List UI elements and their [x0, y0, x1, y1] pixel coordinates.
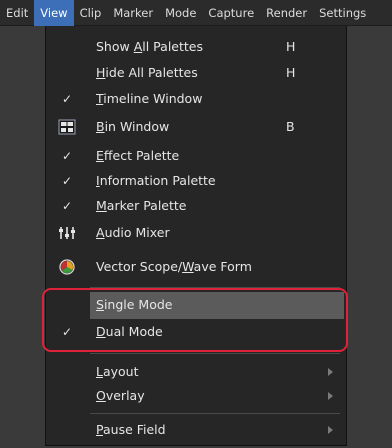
- menu-bar: Edit View Clip Marker Mode Capture Rende…: [0, 0, 392, 26]
- grid-icon: [58, 119, 76, 135]
- vector-scope-icon: [58, 259, 76, 275]
- menu-separator: [90, 413, 340, 414]
- submenu-arrow-icon: [328, 426, 333, 434]
- submenu-arrow-icon: [328, 368, 333, 376]
- submenu-arrow-icon: [328, 392, 333, 400]
- menu-clip[interactable]: Clip: [74, 0, 108, 26]
- menu-item-marker-palette[interactable]: ✓ Marker Palette: [46, 193, 346, 219]
- checkmark-icon: ✓: [62, 199, 73, 213]
- menu-settings[interactable]: Settings: [313, 0, 372, 26]
- shortcut-label: B: [286, 119, 295, 134]
- mixer-sliders-icon: [58, 225, 76, 241]
- shortcut-label: H: [286, 39, 296, 54]
- menu-separator: [90, 287, 340, 288]
- menu-item-bin-window[interactable]: Bin Window B: [46, 114, 346, 140]
- menu-item-effect-palette[interactable]: ✓ Effect Palette: [46, 143, 346, 169]
- menu-item-pause-field[interactable]: Pause Field: [46, 417, 346, 443]
- menu-item-overlay[interactable]: Overlay: [46, 383, 346, 409]
- shortcut-label: H: [286, 65, 296, 80]
- menu-marker[interactable]: Marker: [107, 0, 159, 26]
- menu-item-vector-scope-wave-form[interactable]: Vector Scope/Wave Form: [46, 254, 346, 280]
- menu-separator: [90, 353, 340, 354]
- view-dropdown-menu: Show All Palettes H Hide All Palettes H …: [45, 26, 347, 446]
- menu-item-dual-mode[interactable]: ✓ Dual Mode: [46, 319, 346, 345]
- menu-capture[interactable]: Capture: [202, 0, 260, 26]
- checkmark-icon: ✓: [62, 325, 73, 339]
- menu-edit[interactable]: Edit: [0, 0, 34, 26]
- menu-item-audio-mixer[interactable]: Audio Mixer: [46, 220, 346, 246]
- checkmark-icon: ✓: [62, 149, 73, 163]
- menu-item-layout[interactable]: Layout: [46, 359, 346, 385]
- checkmark-icon: ✓: [62, 174, 73, 188]
- menu-item-show-all-palettes[interactable]: Show All Palettes H: [46, 34, 346, 60]
- menu-mode[interactable]: Mode: [159, 0, 202, 26]
- menu-item-timeline-window[interactable]: ✓ Timeline Window: [46, 86, 346, 112]
- menu-item-information-palette[interactable]: ✓ Information Palette: [46, 168, 346, 194]
- menu-render[interactable]: Render: [260, 0, 313, 26]
- menu-item-hide-all-palettes[interactable]: Hide All Palettes H: [46, 60, 346, 86]
- menu-view[interactable]: View: [34, 0, 74, 26]
- checkmark-icon: ✓: [62, 92, 73, 106]
- menu-item-single-mode[interactable]: Single Mode: [46, 292, 346, 318]
